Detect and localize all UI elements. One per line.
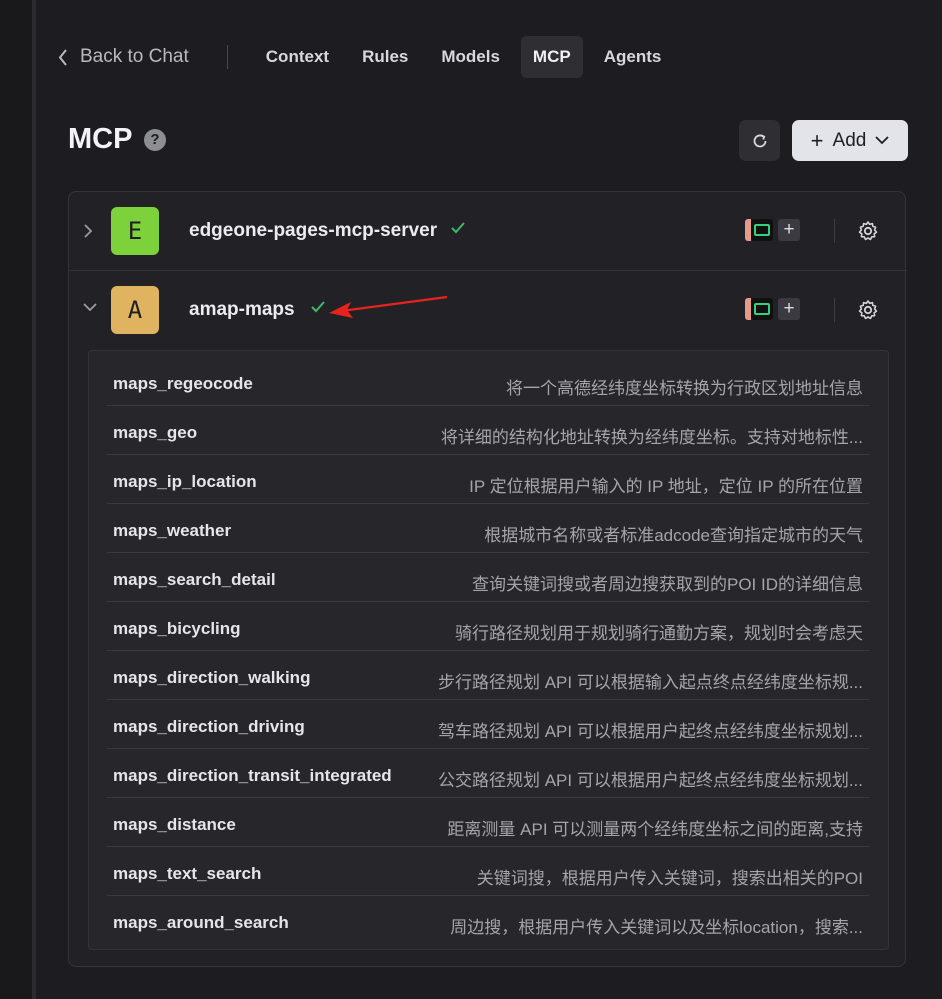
add-label: Add bbox=[832, 129, 867, 151]
tool-row[interactable]: maps_direction_walking 步行路径规划 API 可以根据输入… bbox=[107, 650, 869, 700]
tool-row[interactable]: maps_geo 将详细的结构化地址转换为经纬度坐标。支持对地标性... bbox=[107, 405, 869, 455]
tool-description: 驾车路径规划 API 可以根据用户起终点经纬度坐标规划... bbox=[437, 722, 863, 741]
tool-row[interactable]: maps_regeocode 将一个高德经纬度坐标转换为行政区划地址信息 bbox=[107, 356, 869, 406]
tool-description: 查询关键词搜或者周边搜获取到的POI ID的详细信息 bbox=[471, 575, 863, 594]
tab-rules[interactable]: Rules bbox=[350, 36, 420, 78]
tool-description: IP 定位根据用户输入的 IP 地址，定位 IP 的所在位置 bbox=[469, 477, 863, 496]
back-to-chat-link[interactable]: Back to Chat bbox=[58, 46, 189, 68]
terminal-icon bbox=[751, 219, 773, 241]
check-icon bbox=[311, 301, 325, 313]
server-tool-icons: + bbox=[745, 219, 800, 241]
page-title: MCP bbox=[68, 123, 133, 155]
tool-row[interactable]: maps_direction_transit_integrated 公交路径规划… bbox=[107, 748, 869, 798]
chevron-down-icon[interactable] bbox=[83, 302, 97, 312]
tool-row[interactable]: maps_around_search 周边搜，根据用户传入关键词以及坐标loca… bbox=[107, 895, 869, 944]
terminal-icon bbox=[751, 298, 773, 320]
tool-description: 距离测量 API 可以测量两个经纬度坐标之间的距离,支持 bbox=[447, 820, 863, 839]
tool-description: 公交路径规划 API 可以根据用户起终点经纬度坐标规划... bbox=[437, 771, 863, 790]
refresh-button[interactable] bbox=[739, 120, 780, 161]
tool-row[interactable]: maps_text_search 关键词搜，根据用户传入关键词，搜索出相关的PO… bbox=[107, 846, 869, 896]
chevron-right-icon[interactable] bbox=[83, 223, 93, 239]
tool-description: 步行路径规划 API 可以根据输入起点终点经纬度坐标规... bbox=[437, 673, 863, 692]
tab-agents[interactable]: Agents bbox=[592, 36, 674, 78]
chevron-down-icon bbox=[875, 136, 889, 145]
plus-icon[interactable]: + bbox=[778, 298, 800, 320]
tool-name: maps_search_detail bbox=[113, 570, 276, 589]
tool-row[interactable]: maps_distance 距离测量 API 可以测量两个经纬度坐标之间的距离,… bbox=[107, 797, 869, 847]
tool-description: 将详细的结构化地址转换为经纬度坐标。支持对地标性... bbox=[440, 428, 863, 447]
mcp-server-list: E edgeone-pages-mcp-server + A amap-maps… bbox=[68, 191, 907, 967]
server-tool-icons: + bbox=[745, 298, 800, 320]
tool-description: 关键词搜，根据用户传入关键词，搜索出相关的POI bbox=[476, 869, 863, 888]
tool-name: maps_ip_location bbox=[113, 472, 257, 491]
tool-name: maps_distance bbox=[113, 815, 236, 834]
tool-row[interactable]: maps_ip_location IP 定位根据用户输入的 IP 地址，定位 I… bbox=[107, 454, 869, 504]
row-divider bbox=[834, 219, 835, 243]
tool-row[interactable]: maps_direction_driving 驾车路径规划 API 可以根据用户… bbox=[107, 699, 869, 749]
tool-description: 周边搜，根据用户传入关键词以及坐标location，搜索... bbox=[450, 918, 863, 937]
refresh-icon bbox=[753, 134, 766, 147]
tool-name: maps_geo bbox=[113, 423, 198, 442]
tool-row[interactable]: maps_weather 根据城市名称或者标准adcode查询指定城市的天气 bbox=[107, 503, 869, 553]
tool-row[interactable]: maps_bicycling 骑行路径规划用于规划骑行通勤方案，规划时会考虑天 bbox=[107, 601, 869, 651]
tool-name: maps_text_search bbox=[113, 864, 262, 883]
tool-name: maps_around_search bbox=[113, 913, 289, 932]
server-avatar: E bbox=[111, 207, 159, 255]
server-name: edgeone-pages-mcp-server bbox=[189, 220, 438, 241]
tool-description: 将一个高德经纬度坐标转换为行政区划地址信息 bbox=[506, 379, 863, 398]
chevron-left-icon bbox=[58, 48, 67, 66]
tool-description: 骑行路径规划用于规划骑行通勤方案，规划时会考虑天 bbox=[455, 624, 863, 643]
gear-icon[interactable] bbox=[857, 299, 879, 321]
nav-divider bbox=[226, 45, 228, 69]
server-avatar: A bbox=[111, 286, 159, 334]
row-divider bbox=[834, 298, 835, 322]
server-name: amap-maps bbox=[189, 299, 295, 320]
tool-name: maps_weather bbox=[113, 521, 232, 540]
plus-icon[interactable]: + bbox=[778, 219, 800, 241]
tools-list: maps_regeocode 将一个高德经纬度坐标转换为行政区划地址信息 map… bbox=[88, 350, 889, 950]
tab-context[interactable]: Context bbox=[254, 36, 341, 78]
tool-name: maps_direction_driving bbox=[113, 717, 305, 736]
tab-models[interactable]: Models bbox=[429, 36, 512, 78]
tool-description: 根据城市名称或者标准adcode查询指定城市的天气 bbox=[484, 526, 863, 545]
gear-icon[interactable] bbox=[857, 220, 879, 242]
plus-icon: + bbox=[810, 127, 824, 153]
left-rail-divider[interactable] bbox=[32, 0, 36, 999]
check-icon bbox=[451, 222, 465, 234]
tool-name: maps_direction_walking bbox=[113, 668, 311, 687]
tab-mcp[interactable]: MCP bbox=[520, 36, 583, 78]
tool-row[interactable]: maps_search_detail 查询关键词搜或者周边搜获取到的POI ID… bbox=[107, 552, 869, 602]
help-icon[interactable]: ? bbox=[144, 129, 166, 151]
annotation-arrow-icon bbox=[329, 295, 448, 318]
server-row[interactable]: A amap-maps + bbox=[69, 271, 907, 349]
tool-name: maps_direction_transit_integrated bbox=[113, 766, 392, 785]
add-server-button[interactable]: + Add bbox=[792, 120, 908, 161]
tool-name: maps_bicycling bbox=[113, 619, 241, 638]
top-navigation: Back to Chat Context Rules Models MCP Ag… bbox=[58, 35, 682, 79]
left-rail bbox=[0, 0, 32, 999]
back-to-chat-label: Back to Chat bbox=[80, 46, 189, 67]
tool-name: maps_regeocode bbox=[113, 374, 253, 393]
server-row[interactable]: E edgeone-pages-mcp-server + bbox=[69, 192, 907, 271]
